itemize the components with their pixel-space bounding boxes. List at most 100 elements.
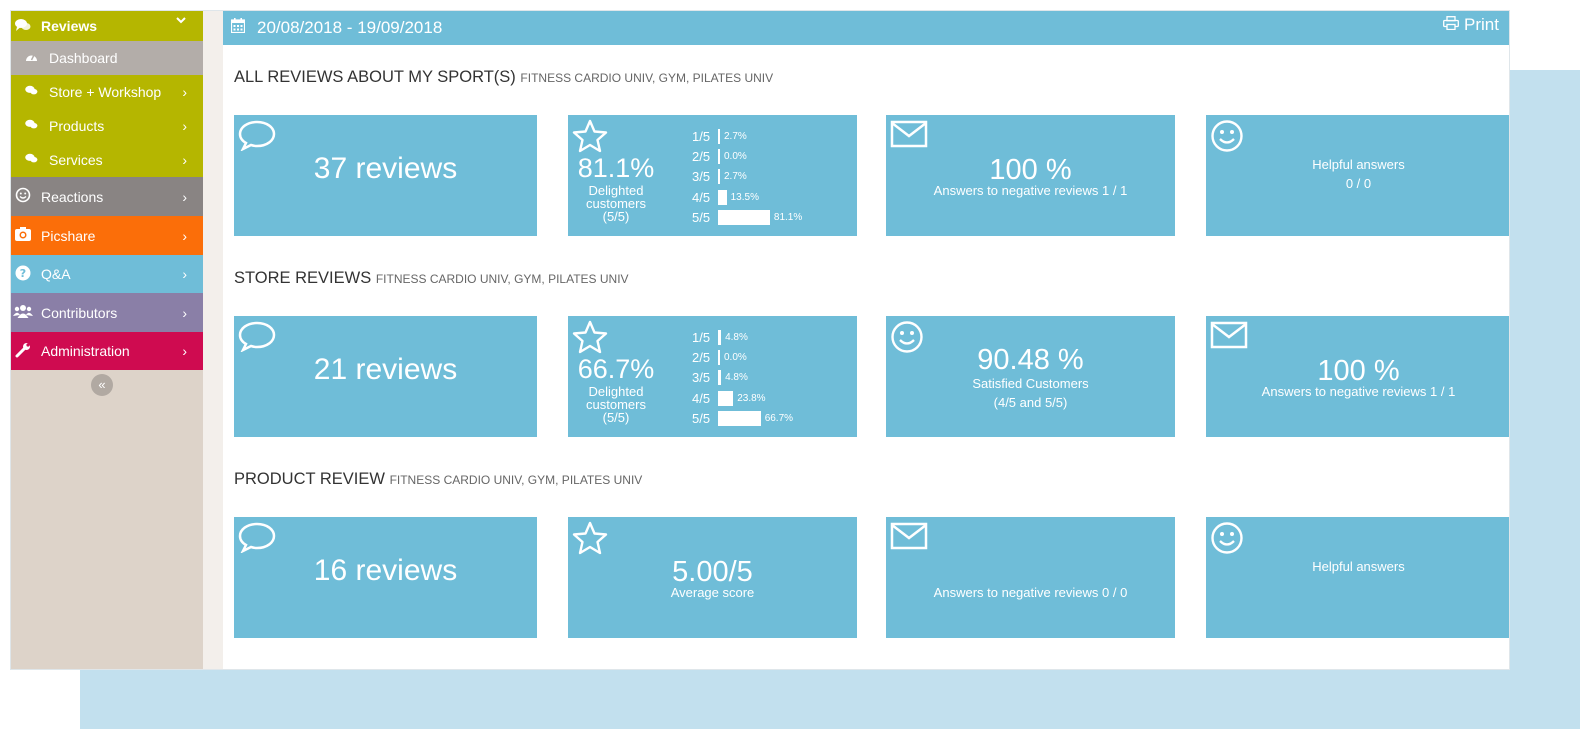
average-score-label: Average score xyxy=(670,585,755,600)
average-score-card[interactable]: 5.00/5 Average score xyxy=(568,517,857,638)
section-subtitle: FITNESS CARDIO UNIV, GYM, PILATES UNIV xyxy=(375,272,629,286)
rating-row: 3/5 2.7% xyxy=(692,167,802,187)
rating-row-label: 5/5 xyxy=(692,410,711,426)
sidebar-collapse-button[interactable]: « xyxy=(91,374,113,396)
rating-bar xyxy=(718,329,722,345)
sidebar-item-qa[interactable]: ? Q&A › xyxy=(11,255,203,293)
reviews-count: 37 reviews xyxy=(313,152,458,185)
rating-bar xyxy=(718,148,720,164)
calendar-icon[interactable] xyxy=(230,18,246,37)
chevron-right-icon: › xyxy=(182,84,187,100)
rating-bar xyxy=(718,390,734,406)
sidebar-gutter xyxy=(203,11,223,669)
rating-row-label: 5/5 xyxy=(692,209,711,225)
section-title-all-reviews: ALL REVIEWS ABOUT MY SPORT(S) FITNESS CA… xyxy=(234,68,773,87)
rating-card[interactable]: 81.1% Delighted customers (5/5) 1/5 2.7% 2… xyxy=(568,115,857,236)
delighted-label: Delighted customers (5/5) xyxy=(586,183,646,224)
sidebar-item-label: Dashboard xyxy=(49,50,118,66)
chevron-right-icon: › xyxy=(182,118,187,134)
rating-bar xyxy=(718,370,722,386)
chevron-down-icon xyxy=(175,13,187,31)
sidebar-item-picshare[interactable]: Picshare › xyxy=(11,216,203,255)
rating-row-label: 1/5 xyxy=(692,128,711,144)
app-window: Reviews Dashboard Store + Workshop › Pro… xyxy=(10,10,1510,670)
rating-row-label: 3/5 xyxy=(692,370,711,386)
date-range-label[interactable]: 20/08/2018 - 19/09/2018 xyxy=(257,18,442,38)
rating-row-label: 3/5 xyxy=(692,169,711,185)
date-range-bar: 20/08/2018 - 19/09/2018 Print xyxy=(223,11,1509,45)
rating-row: 4/5 23.8% xyxy=(692,388,793,408)
rating-bar xyxy=(718,349,720,365)
negative-answers-card[interactable]: Answers to negative reviews 0 / 0 xyxy=(886,517,1175,638)
rating-row: 2/5 0.0% xyxy=(692,347,793,367)
svg-text:?: ? xyxy=(20,267,26,280)
sidebar-item-label: Reactions xyxy=(41,188,104,205)
rating-row-percent: 2.7% xyxy=(724,130,747,142)
rating-row: 3/5 4.8% xyxy=(692,368,793,388)
sidebar-item-services[interactable]: Services › xyxy=(11,143,203,177)
smile-icon xyxy=(1210,521,1244,560)
helpful-answers-card[interactable]: Helpful answers xyxy=(1206,517,1509,638)
comment-icon xyxy=(238,320,276,357)
rating-card[interactable]: 66.7% Delighted customers (5/5) 1/5 4.8% 2… xyxy=(568,316,857,437)
rating-row-percent: 81.1% xyxy=(773,211,803,223)
negative-answers-card[interactable]: 100 % Answers to negative reviews 1 / 1 xyxy=(1206,316,1509,437)
rating-row-percent: 4.8% xyxy=(725,331,748,343)
rating-row-percent: 13.5% xyxy=(730,191,759,203)
reviews-count-card[interactable]: 16 reviews xyxy=(234,517,537,638)
comment-icon xyxy=(238,119,276,156)
sidebar-item-label: Store + Workshop xyxy=(49,84,162,100)
satisfied-customers-card[interactable]: 90.48 % Satisfied Customers (4/5 and 5/5… xyxy=(886,316,1175,437)
delighted-label: Delighted customers (5/5) xyxy=(586,384,646,425)
helpful-answers-title: Helpful answers xyxy=(1312,157,1405,172)
section-title-store-reviews: STORE REVIEWS FITNESS CARDIO UNIV, GYM, … xyxy=(234,269,629,288)
helpful-answers-title: Helpful answers xyxy=(1312,559,1405,574)
rating-bar xyxy=(718,128,720,144)
section-title-text: ALL REVIEWS ABOUT MY SPORT(S) xyxy=(234,68,516,86)
section-title-text: PRODUCT REVIEW xyxy=(234,470,385,488)
main-content: 20/08/2018 - 19/09/2018 Print ALL REVIEW… xyxy=(223,11,1509,669)
negative-answers-card[interactable]: 100 % Answers to negative reviews 1 / 1 xyxy=(886,115,1175,236)
sidebar-item-label: Products xyxy=(49,118,105,134)
sidebar-item-administration[interactable]: Administration › xyxy=(11,332,203,370)
sidebar-item-products[interactable]: Products › xyxy=(11,109,203,143)
sidebar-item-reactions[interactable]: Reactions › xyxy=(11,177,203,216)
sidebar-item-label: Picshare xyxy=(41,227,96,244)
rating-row-percent: 23.8% xyxy=(737,392,766,404)
sidebar-item-label: Services xyxy=(49,152,103,168)
rating-row-percent: 4.8% xyxy=(725,372,748,384)
print-button[interactable]: Print xyxy=(1443,15,1499,35)
sidebar-item-store-workshop[interactable]: Store + Workshop › xyxy=(11,75,203,109)
satisfied-label: Satisfied Customers xyxy=(972,376,1089,391)
satisfied-percent: 90.48 % xyxy=(977,344,1084,376)
comment-icon xyxy=(238,521,276,558)
reviews-count: 21 reviews xyxy=(313,353,458,386)
chevron-right-icon: › xyxy=(182,227,187,244)
sidebar-item-label: Reviews xyxy=(41,18,98,34)
delighted-percent: 66.7% xyxy=(577,354,655,384)
reviews-count-card[interactable]: 21 reviews xyxy=(234,316,537,437)
rating-row: 4/5 13.5% xyxy=(692,187,802,207)
section-subtitle: FITNESS CARDIO UNIV, GYM, PILATES UNIV xyxy=(389,473,643,487)
sidebar-item-dashboard[interactable]: Dashboard xyxy=(11,41,203,75)
sidebar-item-contributors[interactable]: Contributors › xyxy=(11,293,203,332)
sidebar-item-label: Contributors xyxy=(41,304,118,321)
rating-row: 5/5 66.7% xyxy=(692,408,793,428)
chevron-right-icon: › xyxy=(182,188,187,205)
envelope-icon xyxy=(890,521,928,556)
sidebar-item-reviews[interactable]: Reviews xyxy=(11,11,203,41)
rating-bar xyxy=(718,189,727,205)
reviews-count-card[interactable]: 37 reviews xyxy=(234,115,537,236)
comments-icon xyxy=(13,18,33,35)
rating-row-label: 2/5 xyxy=(692,349,711,365)
rating-row: 2/5 0.0% xyxy=(692,146,802,166)
helpful-answers-card[interactable]: Helpful answers 0 / 0 xyxy=(1206,115,1509,236)
delighted-percent: 81.1% xyxy=(577,153,655,183)
print-icon xyxy=(1443,15,1460,34)
rating-row: 5/5 81.1% xyxy=(692,207,802,227)
rating-row-percent: 0.0% xyxy=(724,150,747,162)
smile-icon xyxy=(1210,119,1244,158)
satisfied-sublabel: (4/5 and 5/5) xyxy=(993,395,1068,410)
rating-row: 1/5 2.7% xyxy=(692,126,802,146)
comments-icon xyxy=(21,153,41,167)
